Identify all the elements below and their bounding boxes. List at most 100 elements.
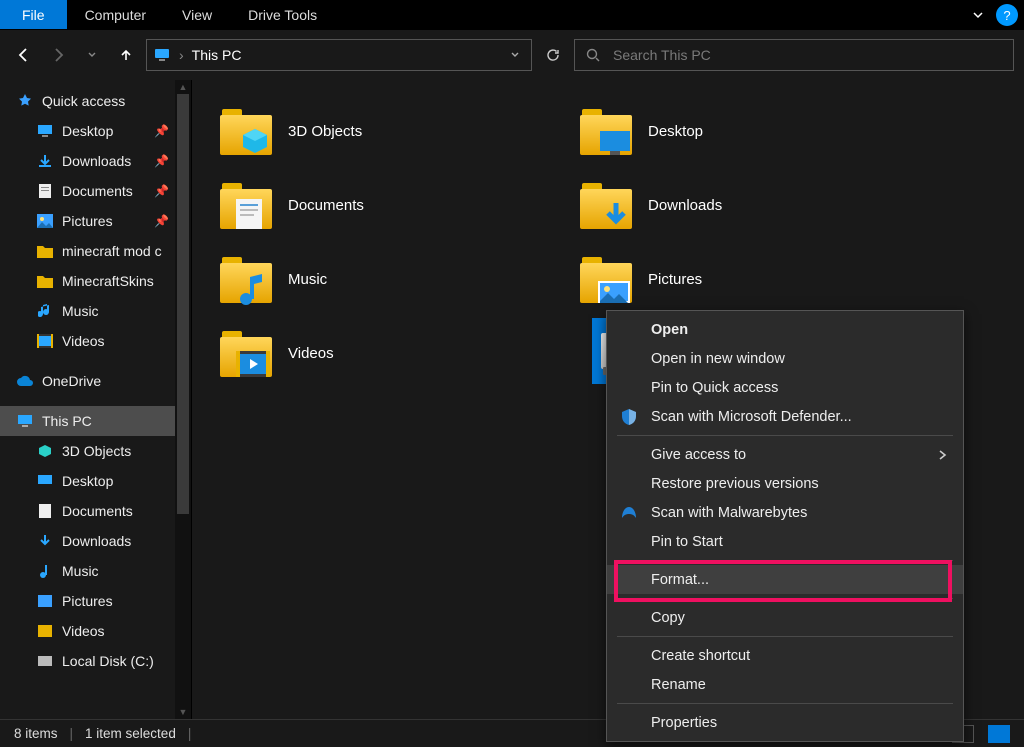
- ctx-restore-versions[interactable]: Restore previous versions: [607, 469, 963, 498]
- scroll-down-icon[interactable]: ▼: [175, 705, 191, 719]
- ctx-separator: [617, 598, 953, 599]
- scrollbar-thumb[interactable]: [177, 94, 189, 514]
- sidebar-item-documents[interactable]: Documents📌: [0, 176, 191, 206]
- music-icon: [36, 562, 54, 580]
- breadcrumb-this-pc[interactable]: This PC: [192, 47, 242, 63]
- ctx-separator: [617, 636, 953, 637]
- defender-icon: [619, 407, 639, 427]
- music-icon: [36, 302, 54, 320]
- folder-icon: [220, 179, 272, 231]
- sidebar-pc-documents[interactable]: Documents: [0, 496, 191, 526]
- sidebar-pc-downloads[interactable]: Downloads: [0, 526, 191, 556]
- ctx-pin-start[interactable]: Pin to Start: [607, 527, 963, 556]
- sidebar-pc-3d-objects[interactable]: 3D Objects: [0, 436, 191, 466]
- tab-view[interactable]: View: [164, 0, 230, 29]
- ctx-separator: [617, 703, 953, 704]
- folder-icon: [36, 272, 54, 290]
- ctx-copy[interactable]: Copy: [607, 603, 963, 632]
- ctx-scan-malwarebytes[interactable]: Scan with Malwarebytes: [607, 498, 963, 527]
- sidebar-this-pc[interactable]: This PC: [0, 406, 191, 436]
- chevron-right-icon: [937, 449, 947, 461]
- ctx-scan-defender[interactable]: Scan with Microsoft Defender...: [607, 402, 963, 431]
- sidebar-scrollbar[interactable]: ▲ ▼: [175, 80, 191, 719]
- folder-desktop[interactable]: Desktop: [572, 94, 932, 168]
- folder-icon: [580, 179, 632, 231]
- sidebar-item-desktop[interactable]: Desktop📌: [0, 116, 191, 146]
- nav-up-button[interactable]: [112, 41, 140, 69]
- view-large-icons-button[interactable]: [988, 725, 1010, 743]
- ctx-pin-quick-access[interactable]: Pin to Quick access: [607, 373, 963, 402]
- ctx-give-access-to[interactable]: Give access to: [607, 440, 963, 469]
- ctx-properties[interactable]: Properties: [607, 708, 963, 737]
- tab-file[interactable]: File: [0, 0, 67, 29]
- help-icon[interactable]: ?: [996, 4, 1018, 26]
- sidebar-pc-local-disk[interactable]: Local Disk (C:): [0, 646, 191, 676]
- cube-icon: [36, 442, 54, 460]
- ctx-separator: [617, 560, 953, 561]
- sidebar-pc-videos[interactable]: Videos: [0, 616, 191, 646]
- nav-forward-button: [44, 41, 72, 69]
- folder-icon: [580, 253, 632, 305]
- folder-music[interactable]: Music: [212, 242, 572, 316]
- search-box[interactable]: [574, 39, 1014, 71]
- sidebar-item-minecraft-skins[interactable]: MinecraftSkins: [0, 266, 191, 296]
- sidebar-quick-access[interactable]: Quick access: [0, 86, 191, 116]
- malwarebytes-icon: [619, 503, 639, 523]
- address-bar-row: › This PC: [0, 30, 1024, 80]
- ctx-open[interactable]: Open: [607, 315, 963, 344]
- this-pc-icon: [153, 46, 171, 64]
- pin-icon: 📌: [154, 124, 169, 138]
- search-icon: [585, 47, 601, 63]
- this-pc-icon: [16, 412, 34, 430]
- search-input[interactable]: [613, 47, 1003, 63]
- sidebar-item-minecraft-mod[interactable]: minecraft mod c: [0, 236, 191, 266]
- sidebar-item-downloads[interactable]: Downloads📌: [0, 146, 191, 176]
- folder-icon: [220, 253, 272, 305]
- folder-3d-objects[interactable]: 3D Objects: [212, 94, 572, 168]
- folder-documents[interactable]: Documents: [212, 168, 572, 242]
- ctx-separator: [617, 435, 953, 436]
- desktop-icon: [36, 472, 54, 490]
- scroll-up-icon[interactable]: ▲: [175, 80, 191, 94]
- folder-icon: [220, 327, 272, 379]
- ribbon-minimize-icon[interactable]: [964, 0, 992, 29]
- star-icon: [16, 92, 34, 110]
- desktop-icon: [36, 122, 54, 140]
- folder-icon: [36, 242, 54, 260]
- breadcrumb-sep-icon: ›: [179, 47, 184, 63]
- pictures-icon: [36, 212, 54, 230]
- ctx-rename[interactable]: Rename: [607, 670, 963, 699]
- ribbon-tabs: File Computer View Drive Tools ?: [0, 0, 1024, 30]
- address-dropdown-icon[interactable]: [509, 49, 521, 61]
- pin-icon: 📌: [154, 214, 169, 228]
- sidebar-pc-desktop[interactable]: Desktop: [0, 466, 191, 496]
- refresh-button[interactable]: [538, 39, 568, 71]
- folder-videos[interactable]: Videos: [212, 316, 572, 390]
- nav-recent-dropdown[interactable]: [78, 41, 106, 69]
- pin-icon: 📌: [154, 154, 169, 168]
- tab-computer[interactable]: Computer: [67, 0, 164, 29]
- sidebar-item-music[interactable]: Music: [0, 296, 191, 326]
- folder-icon: [580, 105, 632, 157]
- sidebar-item-pictures[interactable]: Pictures📌: [0, 206, 191, 236]
- folder-downloads[interactable]: Downloads: [572, 168, 932, 242]
- downloads-icon: [36, 532, 54, 550]
- sidebar-pc-pictures[interactable]: Pictures: [0, 586, 191, 616]
- nav-back-button[interactable]: [10, 41, 38, 69]
- folder-pictures[interactable]: Pictures: [572, 242, 932, 316]
- videos-icon: [36, 622, 54, 640]
- sidebar-onedrive[interactable]: OneDrive: [0, 366, 191, 396]
- ctx-open-new-window[interactable]: Open in new window: [607, 344, 963, 373]
- pin-icon: 📌: [154, 184, 169, 198]
- address-bar[interactable]: › This PC: [146, 39, 532, 71]
- ctx-format[interactable]: Format...: [607, 565, 963, 594]
- sidebar-pc-music[interactable]: Music: [0, 556, 191, 586]
- folder-icon: [220, 105, 272, 157]
- documents-icon: [36, 182, 54, 200]
- ctx-create-shortcut[interactable]: Create shortcut: [607, 641, 963, 670]
- tab-drive-tools[interactable]: Drive Tools: [230, 0, 335, 29]
- pictures-icon: [36, 592, 54, 610]
- status-selected-count: 1 item selected: [85, 726, 176, 741]
- drive-icon: [36, 652, 54, 670]
- sidebar-item-videos[interactable]: Videos: [0, 326, 191, 356]
